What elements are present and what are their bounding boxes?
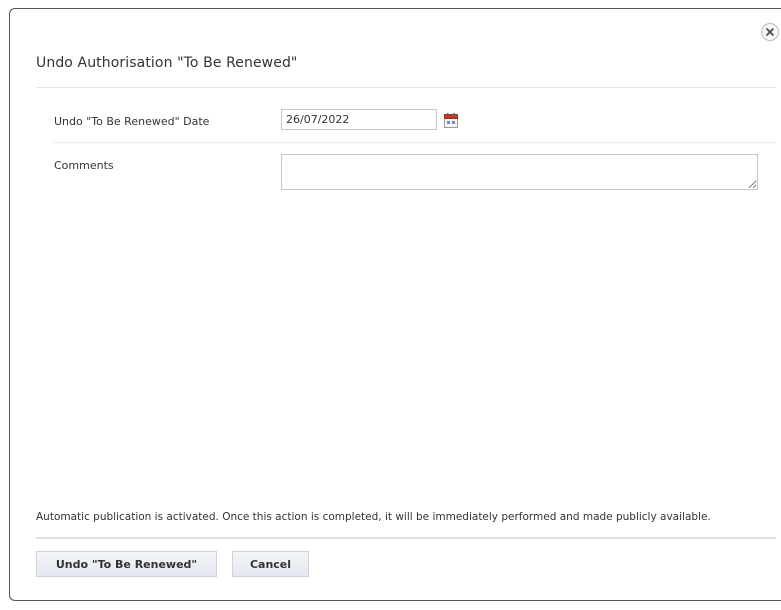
publication-notice: Automatic publication is activated. Once… [36,511,711,523]
close-button[interactable] [761,23,779,41]
date-input[interactable] [281,109,437,130]
undo-authorisation-dialog: Undo Authorisation "To Be Renewed" Undo … [9,8,781,601]
undo-to-be-renewed-button[interactable]: Undo "To Be Renewed" [36,551,217,577]
calendar-icon[interactable] [444,113,458,128]
dialog-title: Undo Authorisation "To Be Renewed" [36,55,298,71]
comments-field[interactable] [281,154,758,190]
comments-label: Comments [54,159,114,172]
row-divider [52,142,776,143]
cancel-button[interactable]: Cancel [232,551,309,577]
close-icon [766,28,774,36]
date-label: Undo "To Be Renewed" Date [54,115,210,128]
title-divider [36,87,776,88]
footer-divider [36,537,776,539]
